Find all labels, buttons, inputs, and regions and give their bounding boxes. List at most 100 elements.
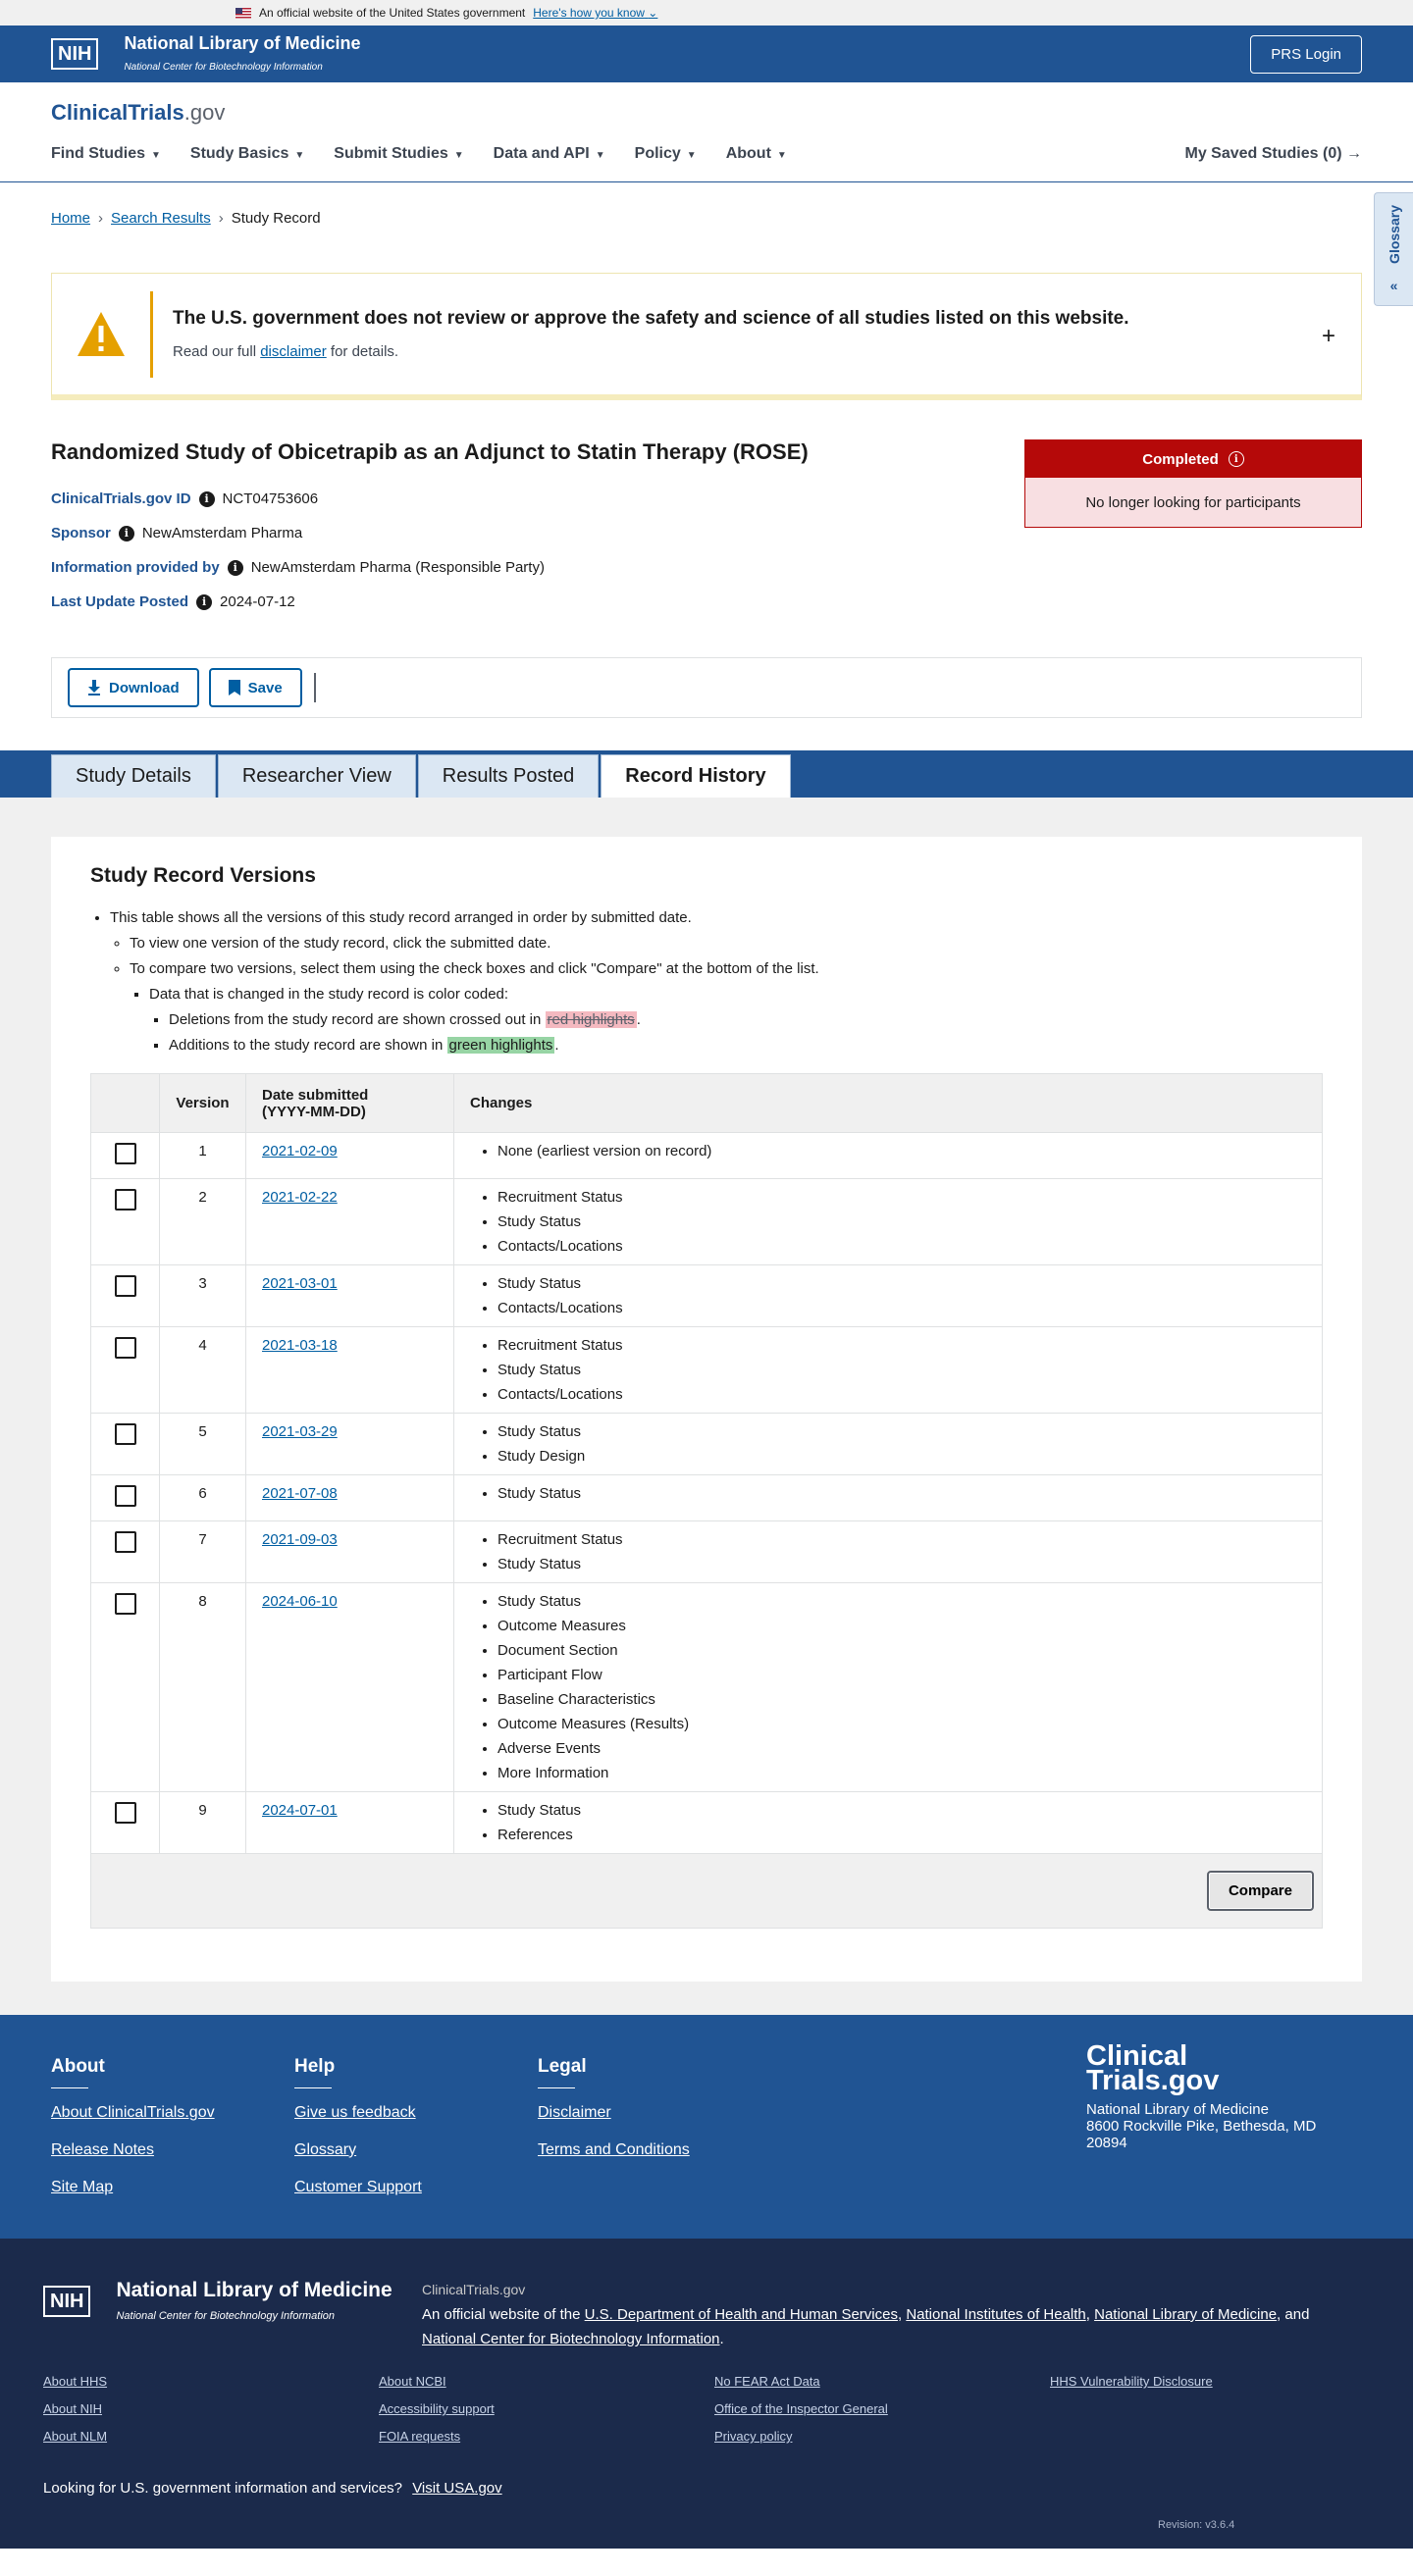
nlm-footer-logo[interactable]: NIH National Library of Medicine Nationa… [43,2280,392,2322]
version-date-link[interactable]: 2021-03-01 [262,1275,338,1292]
table-row: 8 2024-06-10 Study Status Outcome Measures D… [90,1582,1323,1792]
nav-data-and-api[interactable]: Data and API ▼ [494,145,605,163]
change-item: Study Status [497,1485,1306,1502]
footer-gov-link[interactable]: Office of the Inspector General [714,2401,1050,2416]
tab-study-details[interactable]: Study Details [51,754,216,798]
info-icon[interactable]: i [1228,451,1244,467]
version-date-link[interactable]: 2024-06-10 [262,1593,338,1610]
footer-gov-link[interactable]: Privacy policy [714,2429,1050,2444]
footer-gov-link[interactable]: About HHS [43,2374,379,2389]
version-date-link[interactable]: 2021-02-22 [262,1189,338,1206]
action-bar: Download Save [51,657,1362,718]
my-saved-studies-link[interactable]: My Saved Studies (0) → [1185,145,1363,163]
status-detail: No longer looking for participants [1025,478,1361,527]
footer-link[interactable]: Customer Support [294,2179,422,2196]
version-checkbox[interactable] [114,1531,136,1553]
prs-login-button[interactable]: PRS Login [1250,34,1362,74]
version-checkbox[interactable] [114,1593,136,1615]
expand-plus-icon[interactable]: + [1322,323,1335,350]
additions-text: Additions to the study record are shown … [169,1037,1323,1054]
footer-link[interactable]: About ClinicalTrials.gov [51,2104,215,2122]
clinicaltrials-logo[interactable]: ClinicalTrials.gov [51,100,225,126]
version-date-link[interactable]: 2024-07-01 [262,1802,338,1819]
info-icon[interactable]: i [198,490,215,507]
nav-submit-studies[interactable]: Submit Studies ▼ [334,145,463,163]
footer-help-heading: Help [294,2056,336,2077]
version-checkbox[interactable] [114,1189,136,1211]
version-checkbox[interactable] [114,1802,136,1824]
footer-gov-link[interactable]: No FEAR Act Data [714,2374,1050,2389]
footer-gov-link[interactable]: About NCBI [379,2374,714,2389]
version-checkbox[interactable] [114,1143,136,1164]
footer-about: About About ClinicalTrials.gov Release N… [51,2056,215,2216]
nav-find-studies[interactable]: Find Studies ▼ [51,145,161,163]
glossary-label: Glossary [1386,205,1402,264]
us-flag-icon [236,7,251,19]
footer-link[interactable]: Disclaimer [538,2104,690,2122]
alert-title: The U.S. government does not review or a… [173,308,1129,329]
breadcrumb-search-results[interactable]: Search Results [111,210,211,227]
nlm-link[interactable]: National Library of Medicine [1094,2306,1277,2323]
footer-ct-logo[interactable]: Clinical Trials.gov [1086,2042,1316,2095]
version-number: 5 [159,1413,246,1475]
version-checkbox[interactable] [114,1275,136,1297]
footer-link[interactable]: Terms and Conditions [538,2141,690,2159]
toolbar-divider [313,673,316,702]
save-button[interactable]: Save [208,668,302,707]
nlm-logo-title: National Library of Medicine [124,33,361,53]
footer-gov-link[interactable]: Accessibility support [379,2401,714,2416]
recruitment-status-box: Completed i No longer looking for partici… [1024,439,1362,528]
chevron-down-icon: ▼ [453,150,464,161]
hhs-link[interactable]: U.S. Department of Health and Human Serv… [585,2306,898,2323]
breadcrumb-home[interactable]: Home [51,210,90,227]
version-date-link[interactable]: 2021-03-29 [262,1423,338,1440]
breadcrumb: Home › Search Results › Study Record [0,182,1413,230]
red-highlight-sample: red highlights [545,1011,637,1028]
change-item: Outcome Measures [497,1618,1306,1634]
sponsor-value: NewAmsterdam Pharma [141,525,303,541]
versions-card: Study Record Versions This table shows a… [51,837,1362,1982]
version-checkbox[interactable] [114,1485,136,1507]
nih-link[interactable]: National Institutes of Health [906,2306,1085,2323]
footer-gov-link[interactable]: HHS Vulnerability Disclosure [1050,2374,1344,2389]
tab-record-history[interactable]: Record History [601,754,791,798]
footer-gov-link[interactable]: About NLM [43,2429,379,2444]
info-icon[interactable]: i [118,525,134,541]
glossary-tab[interactable]: Glossary « [1374,192,1413,306]
tab-results-posted[interactable]: Results Posted [417,754,600,798]
disclaimer-link[interactable]: disclaimer [260,343,327,360]
info-icon[interactable]: i [227,559,243,576]
usa-gov-link[interactable]: Visit USA.gov [412,2480,501,2497]
sponsor-label: Sponsor [51,525,111,541]
nav-about[interactable]: About ▼ [726,145,787,163]
version-date-link[interactable]: 2021-02-09 [262,1143,338,1159]
compare-button[interactable]: Compare [1206,1871,1314,1911]
footer-link[interactable]: Release Notes [51,2141,215,2159]
download-button[interactable]: Download [68,668,199,707]
nav-policy[interactable]: Policy ▼ [635,145,697,163]
arrow-right-icon: → [1346,145,1362,162]
ncbi-link[interactable]: National Center for Biotechnology Inform… [422,2331,720,2347]
heres-how-link[interactable]: Here's how you know ⌄ [533,6,657,20]
version-date-link[interactable]: 2021-07-08 [262,1485,338,1502]
nav-study-basics[interactable]: Study Basics ▼ [190,145,304,163]
last-update-value: 2024-07-12 [220,593,295,610]
footer-link[interactable]: Site Map [51,2179,215,2196]
footer-gov-link[interactable]: FOIA requests [379,2429,714,2444]
version-date-link[interactable]: 2021-03-18 [262,1337,338,1354]
study-header: Randomized Study of Obicetrapib as an Ad… [0,400,1413,657]
footer-gov-link[interactable]: About NIH [43,2401,379,2416]
version-checkbox[interactable] [114,1337,136,1359]
warning-icon [52,310,150,359]
compare-two-text: To compare two versions, select them usi… [130,960,1323,977]
nlm-logo[interactable]: NIH National Library of Medicine Nationa… [51,34,361,74]
revision-text: Revision: v3.6.4 [1158,2519,1235,2531]
col-select [90,1073,160,1133]
info-icon[interactable]: i [196,593,213,610]
record-history-section: Study Record Versions This table shows a… [0,798,1413,2015]
footer-link[interactable]: Glossary [294,2141,422,2159]
footer-link[interactable]: Give us feedback [294,2104,422,2122]
tab-researcher-view[interactable]: Researcher View [217,754,416,798]
version-date-link[interactable]: 2021-09-03 [262,1531,338,1548]
version-checkbox[interactable] [114,1423,136,1445]
